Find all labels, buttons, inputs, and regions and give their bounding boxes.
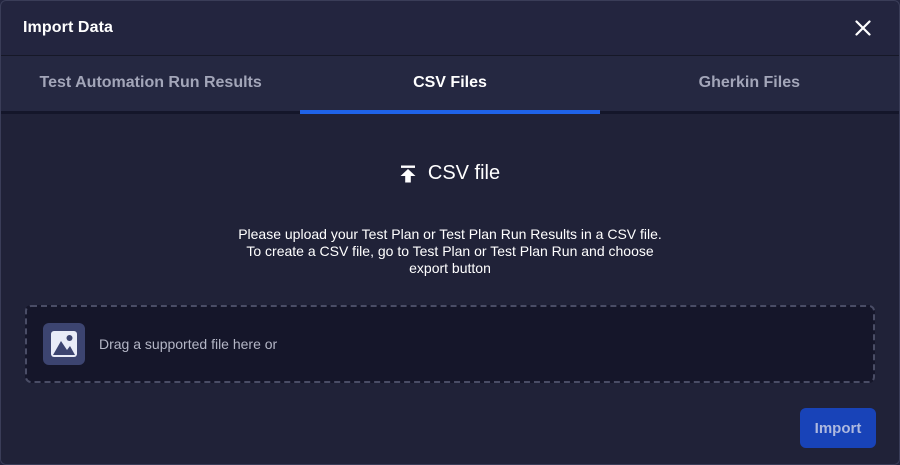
image-icon	[43, 323, 85, 365]
dialog-title: Import Data	[23, 19, 113, 36]
import-button[interactable]: Import	[800, 408, 876, 448]
upload-heading: CSV file	[1, 162, 899, 185]
dialog-header: Import Data	[1, 1, 899, 56]
upload-instructions: Please upload your Test Plan or Test Pla…	[1, 226, 899, 277]
tab-content: CSV file Please upload your Test Plan or…	[1, 114, 899, 464]
import-tabs: Test Automation Run Results CSV Files Gh…	[1, 56, 899, 114]
instructions-line: export button	[409, 260, 491, 276]
upload-heading-text: CSV file	[427, 162, 501, 184]
tab-test-automation-run-results[interactable]: Test Automation Run Results	[1, 56, 300, 111]
upload-icon	[400, 165, 416, 182]
tab-csv-files[interactable]: CSV Files	[300, 56, 600, 114]
tab-gherkin-files[interactable]: Gherkin Files	[600, 56, 899, 111]
dropzone-text: Drag a supported file here or	[99, 336, 278, 352]
close-icon	[855, 20, 871, 36]
file-dropzone[interactable]: Drag a supported file here or	[25, 305, 875, 383]
instructions-line: Please upload your Test Plan or Test Pla…	[238, 226, 662, 242]
close-button[interactable]	[851, 16, 875, 40]
import-data-dialog: Import Data Test Automation Run Results …	[0, 0, 900, 465]
instructions-line: To create a CSV file, go to Test Plan or…	[246, 243, 654, 259]
